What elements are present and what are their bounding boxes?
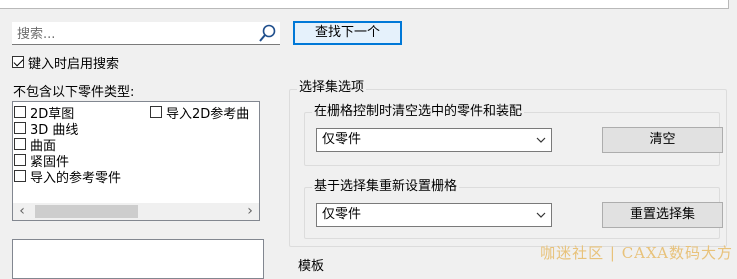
item-checkbox[interactable] <box>150 106 162 118</box>
item-checkbox[interactable] <box>14 106 26 118</box>
selection-set-title: 选择集选项 <box>297 80 367 95</box>
item-label: 导入的参考零件 <box>30 170 122 186</box>
search-input[interactable] <box>15 23 257 45</box>
item-checkbox[interactable] <box>14 154 26 166</box>
item-label: 导入2D参考曲 <box>166 106 250 122</box>
item-checkbox[interactable] <box>14 122 26 134</box>
reset-selection-button[interactable]: 重置选择集 <box>602 202 723 228</box>
chevron-down-icon[interactable] <box>534 204 548 234</box>
enable-search-option[interactable]: 键入时启用搜索 <box>12 54 120 72</box>
chevron-down-icon[interactable] <box>534 129 548 159</box>
exclude-column-1: 2D草图 3D 曲线 曲面 紧固件 导入的参考零件 <box>14 104 122 186</box>
reset-scope-value: 仅零件 <box>322 207 362 222</box>
scroll-thumb[interactable] <box>35 205 138 218</box>
search-icon[interactable] <box>257 23 277 47</box>
enable-search-label: 键入时启用搜索 <box>28 56 120 72</box>
list-item[interactable]: 导入2D参考曲 <box>150 104 250 122</box>
clear-group: 在栅格控制时清空选中的零件和装配 仅零件 清空 <box>304 105 723 166</box>
search-box[interactable] <box>12 22 280 45</box>
clear-button[interactable]: 清空 <box>602 127 723 153</box>
clear-scope-value: 仅零件 <box>322 132 362 147</box>
horizontal-scrollbar[interactable]: ‹ › <box>13 203 259 220</box>
selection-set-group: 选择集选项 在栅格控制时清空选中的零件和装配 仅零件 清空 基于选择集重新设置栅… <box>289 81 727 247</box>
template-title: 模板 <box>298 259 325 274</box>
reset-scope-select[interactable]: 仅零件 <box>316 203 552 227</box>
exclude-list[interactable]: 2D草图 3D 曲线 曲面 紧固件 导入的参考零件 导入2D参考曲 ‹ › <box>12 101 260 221</box>
clear-scope-select[interactable]: 仅零件 <box>316 128 552 152</box>
reset-group: 基于选择集重新设置栅格 仅零件 重置选择集 <box>304 180 723 239</box>
scroll-right-icon[interactable]: › <box>243 203 257 219</box>
top-field <box>0 0 729 9</box>
clear-group-title: 在栅格控制时清空选中的零件和装配 <box>312 104 525 119</box>
reset-group-title: 基于选择集重新设置栅格 <box>312 179 460 194</box>
item-checkbox[interactable] <box>14 170 26 182</box>
list-item[interactable]: 导入的参考零件 <box>14 168 122 186</box>
find-next-button[interactable]: 查找下一个 <box>293 21 402 45</box>
enable-search-checkbox[interactable] <box>12 56 24 68</box>
preview-area <box>12 239 264 279</box>
watermark-text: 咖迷社区 | CAXA数码大方 <box>540 244 733 262</box>
exclude-column-2: 导入2D参考曲 <box>150 104 250 122</box>
scroll-left-icon[interactable]: ‹ <box>15 203 29 219</box>
exclude-title: 不包含以下零件类型: <box>13 85 135 100</box>
item-checkbox[interactable] <box>14 138 26 150</box>
